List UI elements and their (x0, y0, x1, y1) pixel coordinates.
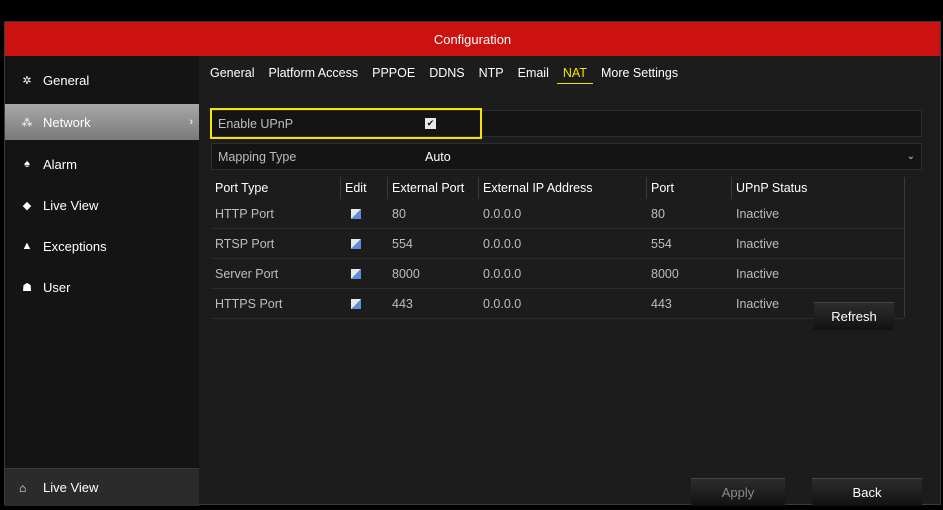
tab-pppoe[interactable]: PPPOE (366, 64, 421, 84)
tab-general[interactable]: General (204, 64, 260, 84)
table-header: Port Type Edit External Port External IP… (211, 177, 904, 199)
user-icon: ☗ (22, 281, 32, 294)
port-cell: 443 (651, 297, 672, 311)
port-type-cell: RTSP Port (215, 237, 275, 251)
apply-button[interactable]: Apply (691, 478, 785, 506)
tab-ntp[interactable]: NTP (473, 64, 510, 84)
sidebar-item-label: General (43, 72, 90, 88)
back-button[interactable]: Back (812, 478, 922, 506)
port-type-cell: HTTP Port (215, 207, 274, 221)
network-icon: ⁂ (21, 116, 33, 129)
edit-icon[interactable] (351, 239, 361, 249)
sidebar-item-live-view[interactable]: ◆ Live View (5, 187, 199, 223)
mapping-type-label: Mapping Type (218, 149, 297, 164)
header-external-port: External Port (388, 177, 479, 199)
enable-upnp-highlight (210, 108, 482, 139)
edit-cell[interactable] (341, 199, 388, 228)
header-port-type: Port Type (211, 177, 341, 199)
sidebar-item-label: Network (43, 114, 91, 130)
edit-icon[interactable] (351, 269, 361, 279)
external-port-cell: 80 (392, 207, 406, 221)
external-ip-cell: 0.0.0.0 (483, 207, 522, 221)
mapping-type-value: Auto (425, 149, 451, 164)
edit-cell[interactable] (341, 289, 388, 318)
header-external-ip: External IP Address (479, 177, 647, 199)
tab-more-settings[interactable]: More Settings (595, 64, 684, 84)
table-scrollbar[interactable] (904, 177, 922, 317)
edit-icon[interactable] (351, 299, 361, 309)
tab-nat[interactable]: NAT (556, 64, 593, 84)
gear-icon: ✲ (22, 74, 32, 87)
sidebar-item-general[interactable]: ✲ General (5, 62, 199, 98)
upnp-status-cell: Inactive (736, 267, 780, 281)
tab-ddns[interactable]: DDNS (423, 64, 470, 84)
edit-cell[interactable] (341, 229, 388, 258)
external-port-cell: 8000 (392, 267, 420, 281)
port-cell: 8000 (651, 267, 679, 281)
header-edit: Edit (341, 177, 388, 199)
port-type-cell: Server Port (215, 267, 279, 281)
warning-icon: ▲ (21, 240, 33, 252)
external-ip-cell: 0.0.0.0 (483, 237, 522, 251)
tab-bar: General Platform Access PPPOE DDNS NTP E… (204, 64, 686, 84)
tab-email[interactable]: Email (512, 64, 555, 84)
header-port: Port (647, 177, 732, 199)
title-bar: Configuration (5, 22, 940, 56)
configuration-window: Configuration ✲ General ⁂ Network › ♠ Al… (4, 21, 941, 506)
sidebar-item-label: Exceptions (43, 238, 107, 254)
external-port-cell: 554 (392, 237, 413, 251)
refresh-button[interactable]: Refresh (814, 302, 894, 330)
sidebar-item-label: Live View (43, 197, 99, 213)
main-content: General Platform Access PPPOE DDNS NTP E… (204, 56, 940, 506)
sidebar-item-alarm[interactable]: ♠ Alarm (5, 146, 199, 182)
sidebar-item-exceptions[interactable]: ▲ Exceptions (5, 228, 199, 264)
external-port-cell: 443 (392, 297, 413, 311)
table-row[interactable]: RTSP Port 554 0.0.0.0 554 Inactive (211, 229, 904, 259)
edit-icon[interactable] (351, 209, 361, 219)
home-icon: ⌂ (19, 480, 27, 495)
sidebar-item-label: User (43, 279, 71, 295)
tab-platform-access[interactable]: Platform Access (262, 64, 364, 84)
sidebar-item-network[interactable]: ⁂ Network › (5, 104, 199, 140)
edit-cell[interactable] (341, 259, 388, 288)
port-table: Port Type Edit External Port External IP… (211, 177, 904, 319)
port-type-cell: HTTPS Port (215, 297, 283, 311)
sidebar: ✲ General ⁂ Network › ♠ Alarm ◆ Live Vie… (5, 56, 199, 506)
header-upnp-status: UPnP Status (736, 181, 808, 195)
table-row[interactable]: HTTPS Port 443 0.0.0.0 443 Inactive (211, 289, 904, 319)
sidebar-bottom-label: Live View (43, 480, 99, 495)
eye-icon: ◆ (22, 199, 32, 212)
sidebar-item-user[interactable]: ☗ User (5, 269, 199, 305)
window-title: Configuration (433, 31, 512, 47)
external-ip-cell: 0.0.0.0 (483, 297, 522, 311)
alarm-icon: ♠ (24, 158, 30, 170)
external-ip-cell: 0.0.0.0 (483, 267, 522, 281)
sidebar-item-label: Alarm (43, 156, 77, 172)
table-row[interactable]: Server Port 8000 0.0.0.0 8000 Inactive (211, 259, 904, 289)
upnp-status-cell: Inactive (736, 237, 780, 251)
chevron-right-icon: › (189, 116, 193, 128)
chevron-down-icon: ⌄ (906, 151, 915, 162)
mapping-type-select[interactable]: Mapping Type Auto ⌄ (211, 143, 922, 170)
table-row[interactable]: HTTP Port 80 0.0.0.0 80 Inactive (211, 199, 904, 229)
sidebar-live-view-button[interactable]: ⌂ Live View (5, 468, 199, 506)
port-cell: 80 (651, 207, 665, 221)
upnp-status-cell: Inactive (736, 207, 780, 221)
port-cell: 554 (651, 237, 672, 251)
